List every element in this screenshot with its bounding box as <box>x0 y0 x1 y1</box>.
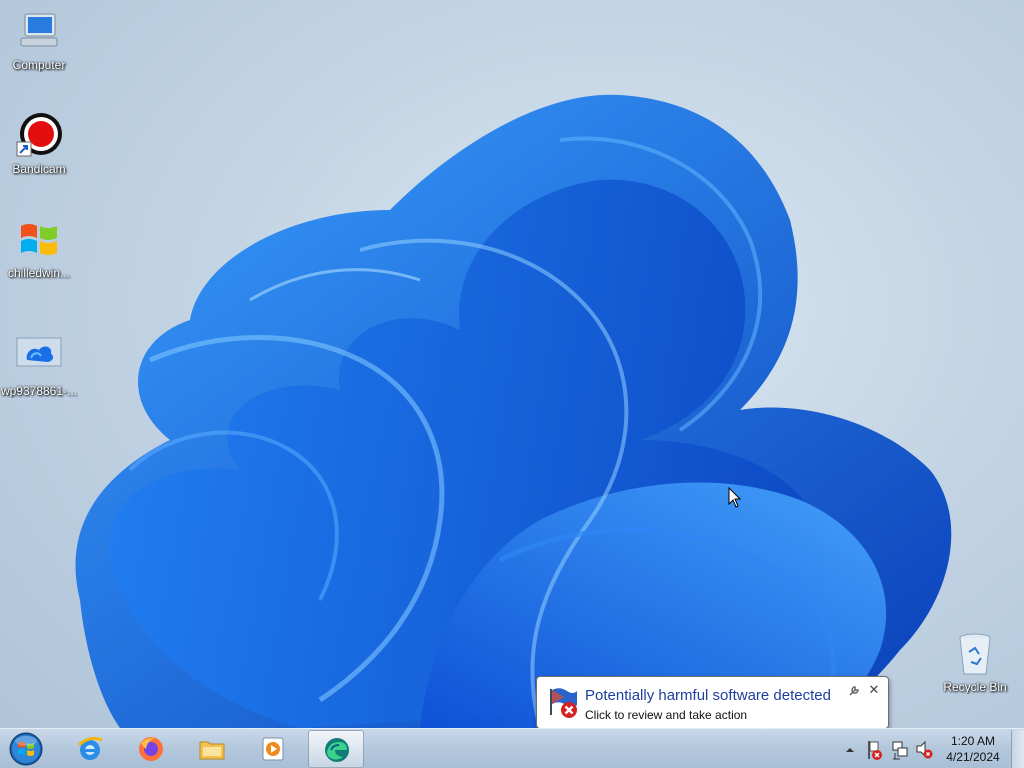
taskbar-media-player[interactable] <box>245 730 301 768</box>
network-icon <box>892 741 908 760</box>
action-center-flag-error-icon <box>868 741 882 760</box>
clock-date[interactable]: 4/21/2024 <box>936 750 1010 764</box>
notification-body: Click to review and take action <box>585 708 748 722</box>
desktop-icon-wallpaper-file[interactable]: wp9378861-... <box>0 334 78 398</box>
image-file-icon <box>15 334 63 382</box>
desktop-icon-label: Bandicam <box>12 162 66 176</box>
desktop-icon-label: chilledwin... <box>7 266 71 280</box>
desktop-icon-recycle-bin[interactable]: Recycle Bin <box>936 630 1014 694</box>
windows-start-orb-icon <box>9 732 43 766</box>
notification-title: Potentially harmful software detected <box>585 687 831 704</box>
taskbar-firefox[interactable] <box>123 730 179 768</box>
wallpaper-bloom <box>75 94 952 728</box>
firefox-icon <box>139 737 163 761</box>
chevron-up-icon <box>846 748 854 752</box>
desktop-icon-label: wp9378861-... <box>0 384 78 398</box>
notification-balloon[interactable]: Potentially harmful software detected Cl… <box>536 676 889 729</box>
taskbar-active-app[interactable] <box>308 730 364 768</box>
tray-network[interactable] <box>890 729 910 768</box>
tray-action-center[interactable] <box>864 729 886 768</box>
start-button[interactable] <box>4 730 48 768</box>
mouse-cursor-icon <box>728 487 742 508</box>
computer-icon <box>15 8 63 56</box>
desktop-icon-computer[interactable]: Computer <box>0 8 78 72</box>
ie-icon <box>77 736 103 760</box>
edge-icon <box>325 738 349 762</box>
close-icon[interactable]: ✕ <box>867 683 881 697</box>
show-desktop-button[interactable] <box>1011 730 1024 768</box>
recycle-bin-icon <box>951 630 999 678</box>
taskbar-internet-explorer[interactable] <box>62 730 118 768</box>
clock-time[interactable]: 1:20 AM <box>936 734 1010 748</box>
volume-muted-icon <box>916 740 933 759</box>
taskbar: 1:20 AM 4/21/2024 <box>0 728 1024 768</box>
media-player-icon <box>262 737 284 761</box>
bandicam-icon <box>15 112 63 160</box>
windows-flag-icon <box>15 216 63 264</box>
desktop-icon-label: Computer <box>12 58 66 72</box>
desktop-icon-chilledwin[interactable]: chilledwin... <box>0 216 78 280</box>
wrench-options-icon[interactable] <box>848 685 860 697</box>
desktop-icon-label: Recycle Bin <box>943 680 1007 694</box>
security-flag-error-icon <box>547 685 581 719</box>
show-hidden-icons-button[interactable] <box>842 729 858 768</box>
folder-icon <box>199 741 225 760</box>
desktop-icon-bandicam[interactable]: Bandicam <box>0 112 78 176</box>
tray-volume[interactable] <box>914 729 934 768</box>
taskbar-file-explorer[interactable] <box>184 730 240 768</box>
